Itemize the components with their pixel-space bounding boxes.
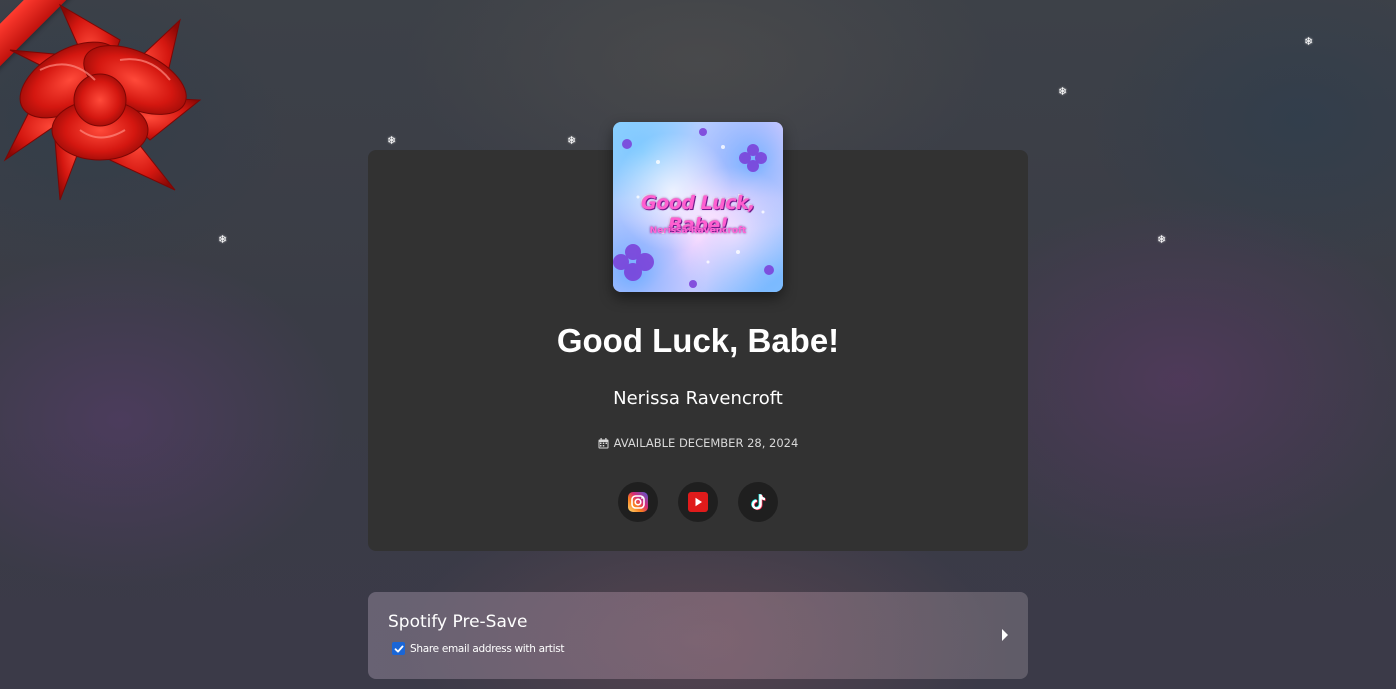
share-email-checkbox[interactable]: [392, 642, 405, 655]
instagram-link[interactable]: [618, 482, 658, 522]
release-date: AVAILABLE DECEMBER 28, 2024: [368, 436, 1028, 450]
checkmark-icon: [394, 645, 403, 652]
album-cover: Good Luck, Babe! Nerissa Ravencroft: [613, 122, 783, 292]
calendar-icon: [598, 437, 609, 448]
social-links: [618, 482, 778, 522]
snowflake-icon: ❄: [218, 233, 228, 246]
spotify-presave-button[interactable]: Spotify Pre-Save Share email address wit…: [368, 592, 1028, 679]
artist-name: Nerissa Ravencroft: [613, 388, 783, 409]
tiktok-link[interactable]: [738, 482, 778, 522]
snowflake-icon: ❄: [387, 134, 397, 147]
tiktok-icon: [751, 494, 766, 511]
snowflake-icon: ❄: [1058, 85, 1068, 98]
share-email-label: Share email address with artist: [410, 642, 565, 655]
youtube-icon: [688, 492, 708, 512]
release-date-text: AVAILABLE DECEMBER 28, 2024: [613, 436, 799, 450]
chevron-right-icon: [1002, 629, 1008, 641]
release-title: Good Luck, Babe!: [556, 322, 840, 359]
instagram-icon: [628, 492, 648, 512]
snowflake-icon: ❄: [1304, 35, 1314, 48]
share-email-option: Share email address with artist: [392, 642, 565, 655]
snowflake-icon: ❄: [567, 134, 577, 147]
presave-label: Spotify Pre-Save: [388, 612, 528, 632]
youtube-link[interactable]: [678, 482, 718, 522]
cover-artist-text: Nerissa Ravencroft: [649, 226, 747, 236]
snowflake-icon: ❄: [1157, 233, 1167, 246]
gift-bow-icon: [3, 3, 202, 201]
